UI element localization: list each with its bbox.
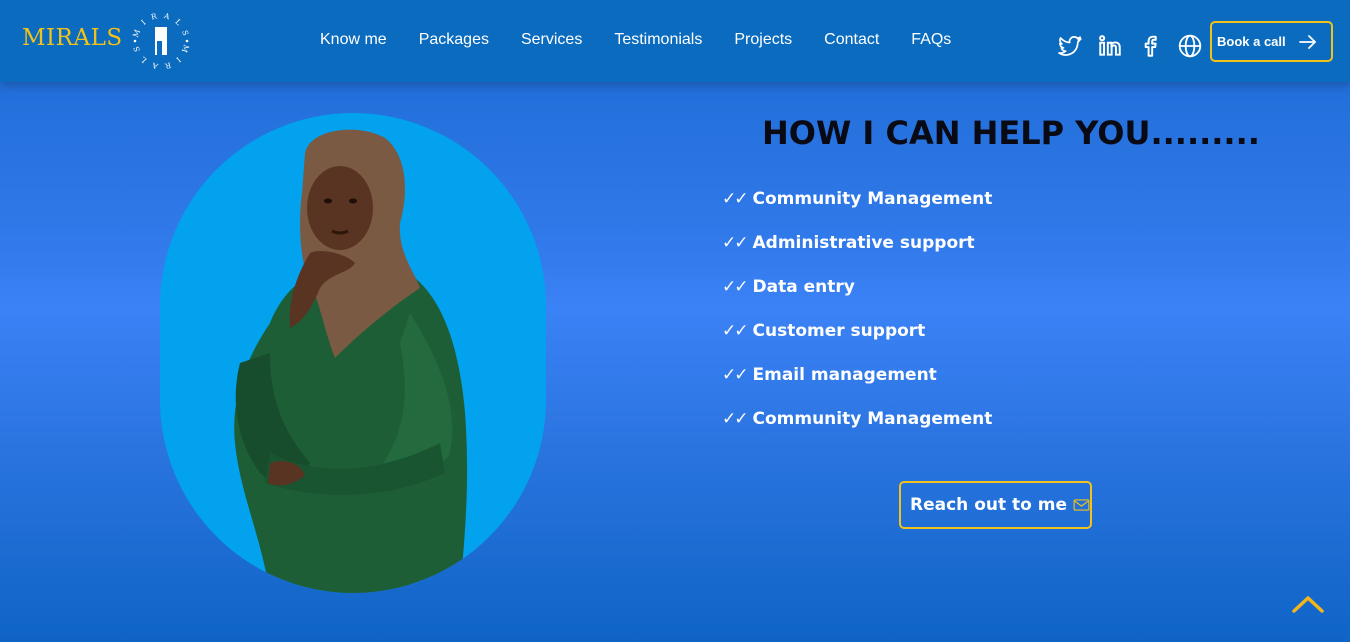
chevron-up-icon[interactable] [1290, 592, 1326, 616]
service-item: ✓✓ Data entry [722, 277, 992, 321]
help-section-title: HOW I CAN HELP YOU......... [762, 114, 1260, 152]
site-header: MIRALS M I R A L S M I R A L S Know me P… [0, 0, 1350, 82]
service-item: ✓✓ Customer support [722, 321, 992, 365]
service-item: ✓✓ Email management [722, 365, 992, 409]
main-nav: Know me Packages Services Testimonials P… [320, 31, 983, 49]
service-label: Community Management [752, 189, 993, 209]
linkedin-icon[interactable] [1097, 33, 1123, 59]
brand-seal-icon[interactable]: M I R A L S M I R A L S [128, 8, 194, 74]
service-label: Data entry [752, 277, 855, 297]
double-check-icon: ✓✓ [722, 189, 748, 209]
nav-projects[interactable]: Projects [734, 31, 792, 49]
book-a-call-label: Book a call [1217, 34, 1286, 49]
service-item: ✓✓ Community Management [722, 189, 992, 233]
reach-out-button[interactable]: Reach out to me [899, 481, 1092, 529]
mail-icon [1073, 499, 1090, 511]
nav-packages[interactable]: Packages [419, 31, 489, 49]
double-check-icon: ✓✓ [722, 321, 748, 341]
nav-services[interactable]: Services [521, 31, 582, 49]
twitter-icon[interactable] [1057, 33, 1083, 59]
double-check-icon: ✓✓ [722, 365, 748, 385]
brand-logo-text[interactable]: MIRALS [22, 25, 123, 51]
service-item: ✓✓ Administrative support [722, 233, 992, 277]
nav-faqs[interactable]: FAQs [911, 31, 951, 49]
arrow-right-icon [1298, 34, 1316, 49]
service-label: Administrative support [752, 233, 975, 253]
portrait-photo [160, 113, 546, 593]
globe-icon[interactable] [1177, 33, 1203, 59]
nav-know-me[interactable]: Know me [320, 31, 387, 49]
double-check-icon: ✓✓ [722, 233, 748, 253]
double-check-icon: ✓✓ [722, 409, 748, 429]
services-list: ✓✓ Community Management ✓✓ Administrativ… [722, 189, 992, 453]
nav-testimonials[interactable]: Testimonials [614, 31, 702, 49]
person-portrait [234, 129, 468, 593]
facebook-icon[interactable] [1137, 33, 1163, 59]
service-label: Customer support [752, 321, 926, 341]
service-label: Community Management [752, 409, 993, 429]
nav-contact[interactable]: Contact [824, 31, 879, 49]
service-label: Email management [752, 365, 937, 385]
book-a-call-button[interactable]: Book a call [1210, 21, 1333, 62]
double-check-icon: ✓✓ [722, 277, 748, 297]
reach-out-label: Reach out to me [910, 495, 1067, 515]
service-item: ✓✓ Community Management [722, 409, 992, 453]
